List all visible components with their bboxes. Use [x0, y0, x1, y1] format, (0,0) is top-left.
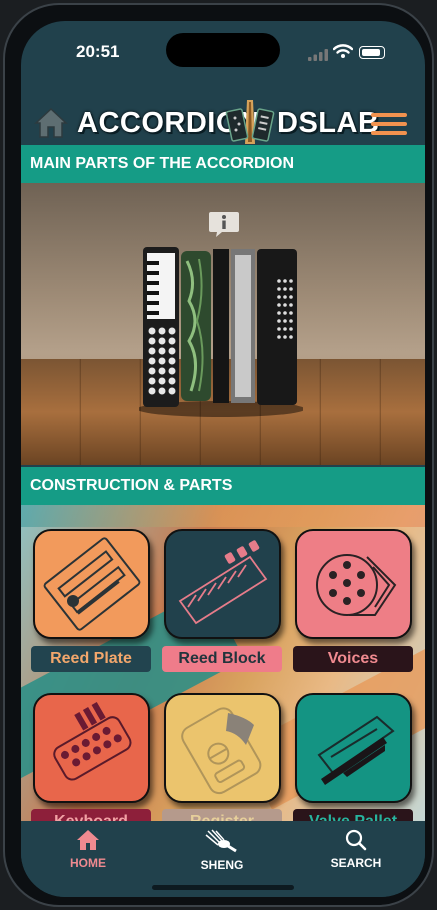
parts-grid: Reed Plate Reed Block Voices [21, 505, 425, 839]
accordion-illustration [139, 247, 303, 417]
background-stripe-top [21, 505, 425, 527]
phone-frame: 20:51 ACCORDION DSLAB MAIN PARTS OF THE … [3, 3, 434, 907]
tab-home-label: HOME [70, 856, 106, 870]
tab-home[interactable]: HOME [38, 829, 138, 870]
valve-pallet-icon [317, 715, 395, 785]
wifi-icon [333, 44, 353, 58]
register-icon [181, 707, 262, 795]
section-title-construction: CONSTRUCTION & PARTS [21, 467, 425, 505]
home-indicator [152, 885, 294, 890]
tab-sheng[interactable]: SHENG [172, 829, 272, 872]
tab-sheng-label: SHENG [200, 858, 244, 872]
status-time: 20:51 [76, 42, 120, 61]
reed-block-icon [178, 540, 268, 625]
app-screen: 20:51 ACCORDION DSLAB MAIN PARTS OF THE … [21, 21, 425, 897]
tile-reed-block[interactable] [164, 529, 281, 639]
reed-plate-icon [43, 537, 141, 631]
tile-label-reed-block[interactable]: Reed Block [162, 646, 282, 672]
dynamic-island [166, 33, 280, 67]
home-icon[interactable] [34, 107, 68, 139]
status-bar: 20:51 [21, 21, 425, 85]
tile-label-voices[interactable]: Voices [293, 646, 413, 672]
tile-keyboard[interactable] [33, 693, 150, 803]
hamburger-menu-icon[interactable] [371, 113, 407, 137]
logo-text-right: DSLAB [277, 107, 380, 139]
home-icon [77, 830, 99, 850]
tile-register[interactable] [164, 693, 281, 803]
info-icon[interactable] [208, 210, 240, 238]
search-icon [345, 829, 367, 851]
voices-icon [316, 554, 397, 616]
sheng-icon [205, 829, 237, 853]
accordion-hero-image[interactable] [21, 183, 425, 465]
app-header: ACCORDION DSLAB [21, 89, 425, 153]
tile-label-reed-plate[interactable]: Reed Plate [31, 646, 151, 672]
tab-search-label: SEARCH [330, 856, 382, 870]
tile-reed-plate[interactable] [33, 529, 150, 639]
tile-valve-pallet[interactable] [295, 693, 412, 803]
accordion-logo-icon [225, 100, 275, 144]
tab-search[interactable]: SEARCH [306, 829, 406, 870]
tile-voices[interactable] [295, 529, 412, 639]
section-title-main-parts: MAIN PARTS OF THE ACCORDION [21, 145, 425, 183]
battery-icon [359, 46, 385, 59]
keyboard-icon [53, 701, 132, 781]
signal-icon [308, 49, 328, 61]
